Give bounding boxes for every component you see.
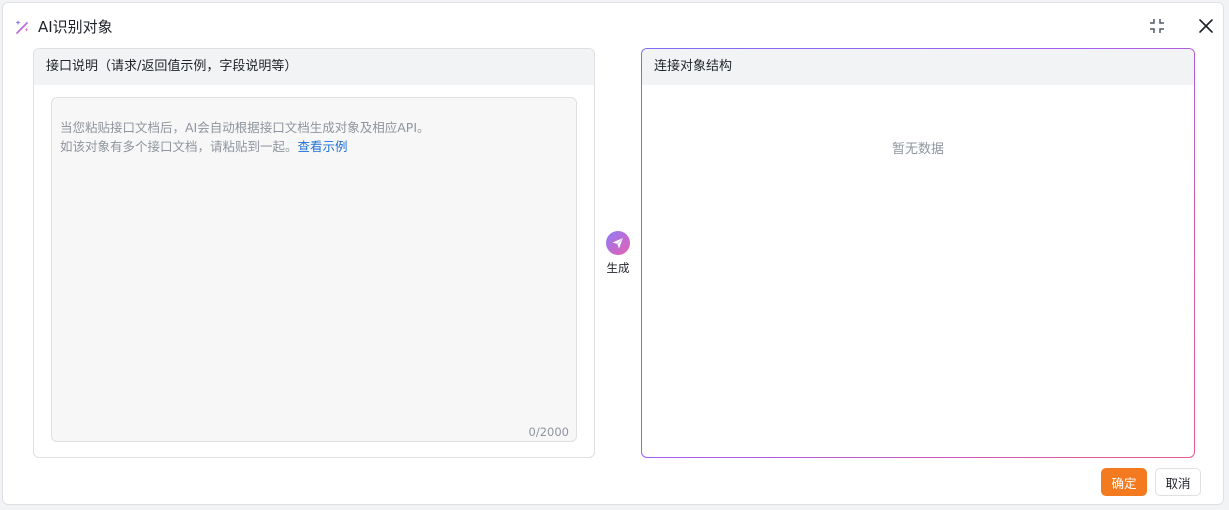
collapse-icon[interactable] [1148,17,1166,35]
dialog-title: AI识别对象 [38,18,113,36]
object-structure-panel: 连接对象结构 暂无数据 [641,48,1195,458]
api-doc-textarea[interactable]: 当您粘贴接口文档后，AI会自动根据接口文档生成对象及相应API。 如该对象有多个… [51,97,577,442]
object-structure-panel-header: 连接对象结构 [642,49,1194,85]
view-example-link[interactable]: 查看示例 [298,139,348,154]
ai-recognize-dialog: AI识别对象 接口说明（请求/返回值示例，字段说明等） 当您粘贴接口文档后，AI… [2,2,1224,505]
generate-label: 生成 [606,261,630,275]
empty-state-text: 暂无数据 [891,142,944,157]
magic-wand-icon [15,20,29,34]
api-doc-panel-header: 接口说明（请求/返回值示例，字段说明等） [34,49,594,85]
textarea-placeholder: 当您粘贴接口文档后，AI会自动根据接口文档生成对象及相应API。 如该对象有多个… [60,118,565,156]
placeholder-line-2-text: 如该对象有多个接口文档，请粘贴到一起。 [60,139,298,154]
placeholder-line-2: 如该对象有多个接口文档，请粘贴到一起。查看示例 [60,137,565,156]
char-counter: 0/2000 [528,425,569,439]
close-icon[interactable] [1197,17,1215,35]
dialog-titlebar: AI识别对象 [3,3,1223,49]
api-doc-panel: 接口说明（请求/返回值示例，字段说明等） 当您粘贴接口文档后，AI会自动根据接口… [33,48,595,458]
send-icon [606,231,630,255]
cancel-button[interactable]: 取消 [1155,468,1201,496]
generate-button[interactable]: 生成 [601,231,635,279]
confirm-button[interactable]: 确定 [1101,468,1147,496]
placeholder-line-1: 当您粘贴接口文档后，AI会自动根据接口文档生成对象及相应API。 [60,120,430,135]
